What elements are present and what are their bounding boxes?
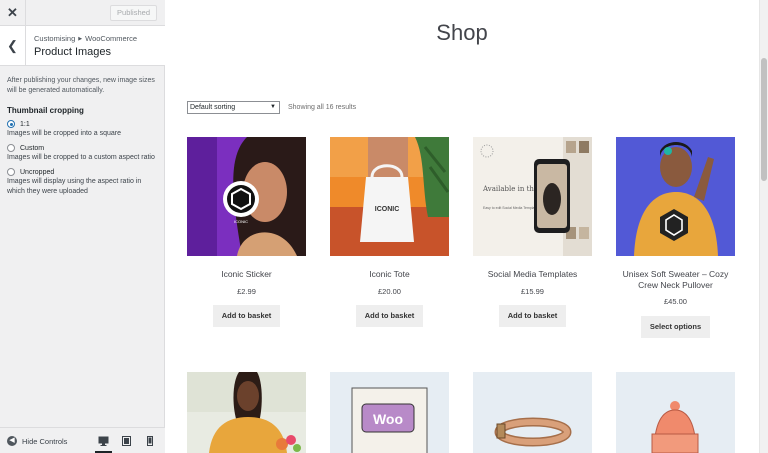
collapse-arrow-icon: ◀: [7, 436, 17, 446]
mobile-icon[interactable]: [138, 428, 161, 453]
add-to-basket-button[interactable]: Add to basket: [499, 305, 566, 327]
add-to-basket-button[interactable]: Add to basket: [356, 305, 423, 327]
product-price: £20.00: [378, 287, 401, 296]
product-price: £15.99: [521, 287, 544, 296]
section-header: ❮ Customising ▶ WooCommerce Product Images: [0, 26, 165, 66]
page-title: Shop: [436, 20, 488, 45]
product-name[interactable]: Unisex Soft Sweater – Cozy Crew Neck Pul…: [616, 269, 735, 291]
sort-dropdown[interactable]: Default sorting ▼: [187, 101, 280, 114]
product-images-panel: After publishing your changes, new image…: [0, 66, 165, 202]
publish-note: After publishing your changes, new image…: [7, 77, 155, 94]
option-label: Uncropped: [20, 168, 55, 176]
store-preview: Shop Default sorting ▼ Showing all 16 re…: [165, 0, 768, 453]
option-description: Images will be cropped into a square: [7, 130, 122, 137]
product-image-templates[interactable]: Available in the Shop Easy to edit Socia…: [473, 137, 592, 256]
templates-image-subtext: Easy to edit Social Media Templates: [483, 206, 539, 210]
close-icon[interactable]: ✕: [0, 0, 26, 26]
chevron-left-icon[interactable]: ❮: [0, 26, 26, 66]
product-image-tshirt[interactable]: [187, 372, 306, 453]
customizer-footer: ◀ Hide Controls: [0, 427, 165, 453]
product-name[interactable]: Iconic Tote: [330, 269, 449, 280]
select-options-button[interactable]: Select options: [641, 316, 710, 338]
radio-uncropped[interactable]: [7, 168, 15, 176]
breadcrumb-parent: Customising: [34, 34, 76, 43]
radio-custom[interactable]: [7, 144, 15, 152]
sticker-logo-text: ICONIC: [234, 219, 248, 224]
breadcrumb: Customising ▶ WooCommerce: [34, 34, 137, 43]
desktop-icon[interactable]: [92, 428, 115, 453]
section-title: Product Images: [34, 46, 112, 58]
product-card: ICONIC Iconic Sticker £2.99 Add to baske…: [187, 137, 306, 337]
add-to-basket-button[interactable]: Add to basket: [213, 305, 280, 327]
tote-logo-text: ICONIC: [375, 206, 400, 213]
tablet-icon[interactable]: [115, 428, 138, 453]
device-preview-switcher: [92, 428, 161, 453]
option-label: 1:1: [20, 120, 30, 128]
chevron-down-icon: ▼: [270, 104, 276, 110]
product-card: Available in the Shop Easy to edit Socia…: [473, 137, 592, 337]
product-image-sticker[interactable]: ICONIC: [187, 137, 306, 256]
triangle-right-icon: ▶: [78, 36, 83, 42]
hide-controls-label: Hide Controls: [22, 436, 68, 446]
product-image-tote[interactable]: ICONIC: [330, 137, 449, 256]
preview-scrollbar[interactable]: [759, 0, 768, 453]
customizer-sidebar: ✕ Published ❮ Customising ▶ WooCommerce Pr…: [0, 0, 165, 453]
breadcrumb-current: WooCommerce: [85, 34, 138, 43]
product-price: £45.00: [664, 297, 687, 306]
option-description: Images will display using the aspect rat…: [7, 178, 142, 195]
product-name[interactable]: Social Media Templates: [473, 269, 592, 280]
product-image-beanie[interactable]: [616, 372, 735, 453]
hide-controls-button[interactable]: ◀ Hide Controls: [7, 436, 67, 446]
customizer-topbar: ✕ Published: [0, 0, 165, 26]
product-image-woo-card[interactable]: Woo: [330, 372, 449, 453]
option-description: Images will be cropped to a custom aspec…: [7, 154, 155, 161]
scrollbar-thumb[interactable]: [761, 58, 767, 181]
crop-option-square[interactable]: 1:1 Images will be cropped into a square: [7, 120, 157, 139]
woo-logo-text: Woo: [373, 411, 403, 427]
product-name[interactable]: Iconic Sticker: [187, 269, 306, 280]
option-label: Custom: [20, 144, 45, 152]
product-card: Unisex Soft Sweater – Cozy Crew Neck Pul…: [616, 137, 735, 342]
crop-option-custom[interactable]: Custom Images will be cropped to a custo…: [7, 144, 157, 163]
radio-1-1[interactable]: [7, 120, 15, 128]
product-image-sweater[interactable]: [616, 137, 735, 256]
results-count: Showing all 16 results: [288, 104, 357, 111]
product-card: ICONIC Iconic Tote £20.00 Add to basket: [330, 137, 449, 337]
sort-value: Default sorting: [190, 104, 236, 111]
product-price: £2.99: [237, 287, 256, 296]
published-button[interactable]: Published: [110, 5, 157, 21]
thumbnail-cropping-heading: Thumbnail cropping: [7, 106, 84, 115]
crop-option-uncropped[interactable]: Uncropped Images will display using the …: [7, 168, 157, 197]
product-image-belt[interactable]: [473, 372, 592, 453]
